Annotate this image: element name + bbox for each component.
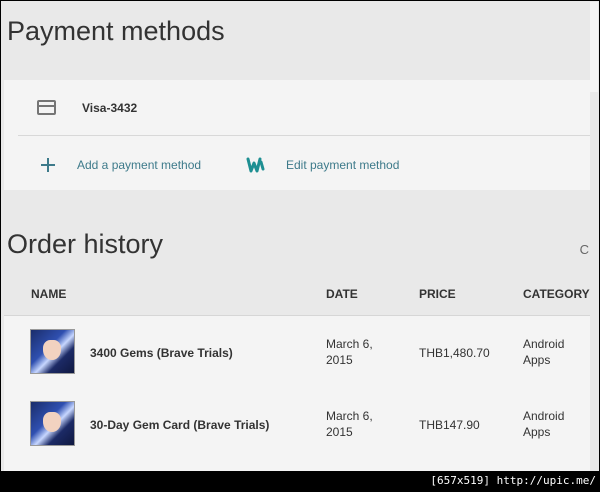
order-history-title: Order history — [7, 229, 164, 259]
order-table-header: NAME DATE PRICE CATEGORY — [4, 269, 590, 316]
game-thumbnail — [30, 401, 75, 446]
order-category: Android Apps — [523, 337, 565, 367]
plus-icon — [39, 156, 57, 174]
add-payment-method-button[interactable]: Add a payment method — [39, 156, 201, 174]
column-header-date[interactable]: DATE — [326, 287, 358, 301]
order-date: March 6, 2015 — [326, 337, 373, 367]
add-payment-method-label: Add a payment method — [77, 158, 202, 172]
edit-payment-method-label: Edit payment method — [286, 158, 400, 172]
table-row[interactable]: 30-Day Gem Card (Brave Trials) March 6, … — [4, 388, 590, 460]
order-date: March 6, 2015 — [326, 409, 373, 439]
truncated-header-text: C — [579, 242, 589, 257]
payment-method-row[interactable]: Visa-3432 — [18, 80, 590, 136]
table-row[interactable]: 3400 Gems (Brave Trials) March 6, 2015 T… — [4, 316, 590, 388]
order-price: THB147.90 — [419, 418, 480, 432]
page-frame: Payment methods Visa-3432 Add a payment … — [1, 1, 599, 471]
column-header-category[interactable]: CATEGORY — [523, 287, 590, 301]
payment-methods-card: Visa-3432 Add a payment method Edit paym… — [4, 80, 590, 190]
payment-methods-title: Payment methods — [7, 16, 225, 46]
order-category: Android Apps — [523, 409, 565, 439]
game-thumbnail — [30, 329, 75, 374]
scrollbar[interactable] — [590, 2, 598, 92]
order-item-name: 30-Day Gem Card (Brave Trials) — [90, 418, 270, 432]
watermark-text: [657x519] http://upic.me/ — [430, 474, 596, 487]
order-table-body: 3400 Gems (Brave Trials) March 6, 2015 T… — [4, 316, 590, 471]
wallet-icon — [246, 157, 265, 173]
edit-payment-method-button[interactable]: Edit payment method — [246, 156, 399, 174]
order-price: THB1,480.70 — [419, 346, 490, 360]
column-header-price[interactable]: PRICE — [419, 287, 456, 301]
column-header-name[interactable]: NAME — [31, 287, 66, 301]
order-item-name: 3400 Gems (Brave Trials) — [90, 346, 233, 360]
payment-method-name: Visa-3432 — [82, 101, 138, 115]
credit-card-icon — [37, 100, 56, 115]
